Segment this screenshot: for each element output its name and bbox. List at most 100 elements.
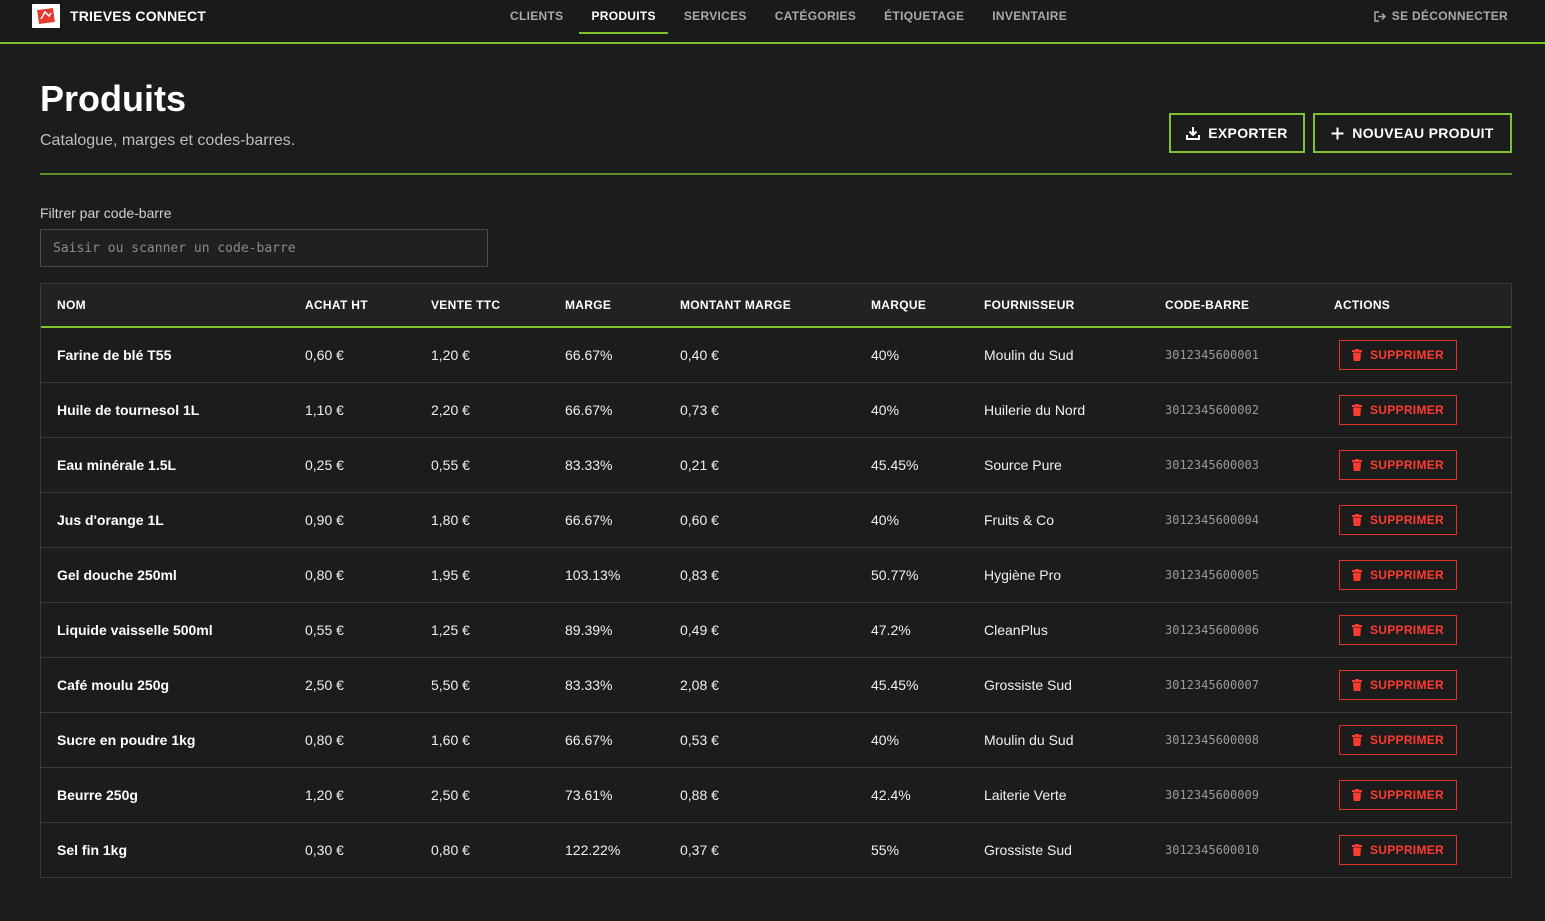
new-product-label: NOUVEAU PRODUIT bbox=[1352, 125, 1494, 141]
delete-label: SUPPRIMER bbox=[1369, 787, 1445, 802]
delete-label: SUPPRIMER bbox=[1369, 457, 1445, 472]
delete-label: SUPPRIMER bbox=[1369, 567, 1445, 582]
table-header-row: NOM ACHAT HT VENTE TTC MARGE MONTANT MARGE MA… bbox=[41, 284, 1511, 327]
delete-button[interactable]: SUPPRIMER bbox=[1339, 559, 1457, 590]
markup-percent: 55% bbox=[871, 841, 900, 858]
brand[interactable]: TRIEVES CONNECT bbox=[32, 4, 206, 28]
barcode: 3012345600003 bbox=[1165, 457, 1259, 472]
delete-button[interactable]: SUPPRIMER bbox=[1339, 394, 1457, 425]
table-row: Jus d'orange 1L 0,90 € 1,80 € 66.67% 0,60 € 4… bbox=[41, 492, 1511, 547]
trash-icon bbox=[1351, 403, 1362, 416]
column-header-nom: NOM bbox=[57, 298, 86, 312]
delete-button[interactable]: SUPPRIMER bbox=[1339, 779, 1457, 810]
product-name: Beurre 250g bbox=[57, 786, 138, 803]
margin-percent: 103.13% bbox=[565, 566, 621, 583]
barcode-filter-input[interactable] bbox=[40, 229, 488, 267]
nav-item-inventaire[interactable]: INVENTAIRE bbox=[980, 0, 1079, 34]
margin-amount: 0,60 € bbox=[680, 511, 719, 528]
product-name: Liquide vaisselle 500ml bbox=[57, 621, 213, 638]
export-button[interactable]: EXPORTER bbox=[1169, 113, 1305, 153]
new-product-button[interactable]: NOUVEAU PRODUIT bbox=[1313, 113, 1512, 153]
markup-percent: 50.77% bbox=[871, 566, 919, 583]
purchase-price: 0,30 € bbox=[305, 841, 344, 858]
nav-item-produits[interactable]: PRODUITS bbox=[579, 0, 668, 34]
delete-button[interactable]: SUPPRIMER bbox=[1339, 339, 1457, 370]
markup-percent: 40% bbox=[871, 346, 900, 363]
trash-icon bbox=[1351, 458, 1362, 471]
barcode: 3012345600006 bbox=[1165, 622, 1259, 637]
barcode: 3012345600001 bbox=[1165, 347, 1259, 362]
markup-percent: 40% bbox=[871, 731, 900, 748]
sale-price: 1,80 € bbox=[431, 511, 470, 528]
column-header-fournisseur: FOURNISSEUR bbox=[984, 298, 1075, 312]
column-header-achat-ht: ACHAT HT bbox=[305, 298, 368, 312]
markup-percent: 45.45% bbox=[871, 676, 919, 693]
actions-cell: SUPPRIMER bbox=[1318, 822, 1511, 877]
purchase-price: 2,50 € bbox=[305, 676, 344, 693]
supplier: Grossiste Sud bbox=[984, 841, 1072, 858]
sale-price: 0,55 € bbox=[431, 456, 470, 473]
page-title: Produits bbox=[40, 78, 187, 119]
margin-amount: 0,37 € bbox=[680, 841, 719, 858]
trash-icon bbox=[1351, 788, 1362, 801]
supplier: Grossiste Sud bbox=[984, 676, 1072, 693]
filter-label: Filtrer par code-barre bbox=[40, 205, 172, 221]
supplier: Moulin du Sud bbox=[984, 346, 1074, 363]
margin-amount: 0,88 € bbox=[680, 786, 719, 803]
sale-price: 1,20 € bbox=[431, 346, 470, 363]
nav-item-etiquetage[interactable]: ÉTIQUETAGE bbox=[872, 0, 976, 34]
table-row: Sel fin 1kg 0,30 € 0,80 € 122.22% 0,37 € 55% G… bbox=[41, 822, 1511, 877]
nav-item-clients[interactable]: CLIENTS bbox=[498, 0, 575, 34]
margin-percent: 83.33% bbox=[565, 676, 613, 693]
supplier: Laiterie Verte bbox=[984, 786, 1067, 803]
actions-cell: SUPPRIMER bbox=[1318, 712, 1511, 767]
margin-percent: 66.67% bbox=[565, 346, 613, 363]
nav-item-categories[interactable]: CATÉGORIES bbox=[763, 0, 868, 34]
logout-label: SE DÉCONNECTER bbox=[1391, 9, 1508, 23]
column-header-marge: MARGE bbox=[565, 298, 612, 312]
markup-percent: 42.4% bbox=[871, 786, 911, 803]
sale-price: 1,60 € bbox=[431, 731, 470, 748]
barcode: 3012345600002 bbox=[1165, 402, 1259, 417]
header-divider bbox=[40, 173, 1512, 175]
logout-button[interactable]: SE DÉCONNECTER bbox=[1374, 9, 1508, 23]
actions-cell: SUPPRIMER bbox=[1318, 547, 1511, 602]
trash-icon bbox=[1351, 348, 1362, 361]
delete-button[interactable]: SUPPRIMER bbox=[1339, 834, 1457, 865]
product-name: Sucre en poudre 1kg bbox=[57, 731, 196, 748]
delete-button[interactable]: SUPPRIMER bbox=[1339, 614, 1457, 645]
trash-icon bbox=[1351, 513, 1362, 526]
download-icon bbox=[1186, 127, 1201, 140]
delete-button[interactable]: SUPPRIMER bbox=[1339, 449, 1457, 480]
table-row: Eau minérale 1.5L 0,25 € 0,55 € 83.33% 0,21 … bbox=[41, 437, 1511, 492]
trash-icon bbox=[1351, 733, 1362, 746]
supplier: Huilerie du Nord bbox=[984, 401, 1086, 418]
table-row: Gel douche 250ml 0,80 € 1,95 € 103.13% 0,83 … bbox=[41, 547, 1511, 602]
nav-item-services[interactable]: SERVICES bbox=[672, 0, 759, 34]
delete-button[interactable]: SUPPRIMER bbox=[1339, 504, 1457, 535]
sale-price: 2,50 € bbox=[431, 786, 470, 803]
purchase-price: 0,90 € bbox=[305, 511, 344, 528]
markup-percent: 40% bbox=[871, 511, 900, 528]
sale-price: 5,50 € bbox=[431, 676, 470, 693]
purchase-price: 0,25 € bbox=[305, 456, 344, 473]
column-header-code-barre: CODE-BARRE bbox=[1165, 298, 1250, 312]
actions-cell: SUPPRIMER bbox=[1318, 602, 1511, 657]
table-row: Liquide vaisselle 500ml 0,55 € 1,25 € 89.39… bbox=[41, 602, 1511, 657]
table-row: Café moulu 250g 2,50 € 5,50 € 83.33% 2,08 € 4… bbox=[41, 657, 1511, 712]
product-name: Eau minérale 1.5L bbox=[57, 456, 177, 473]
barcode: 3012345600005 bbox=[1165, 567, 1259, 582]
margin-amount: 0,73 € bbox=[680, 401, 719, 418]
markup-percent: 40% bbox=[871, 401, 900, 418]
trash-icon bbox=[1351, 678, 1362, 691]
margin-amount: 0,83 € bbox=[680, 566, 719, 583]
delete-button[interactable]: SUPPRIMER bbox=[1339, 724, 1457, 755]
trash-icon bbox=[1351, 843, 1362, 856]
export-label: EXPORTER bbox=[1208, 125, 1288, 141]
top-navbar: TRIEVES CONNECT CLIENTS PRODUITS SERVICE… bbox=[0, 0, 1545, 44]
delete-button[interactable]: SUPPRIMER bbox=[1339, 669, 1457, 700]
table-row: Farine de blé T55 0,60 € 1,20 € 66.67% 0,40 … bbox=[41, 327, 1511, 382]
column-header-actions: ACTIONS bbox=[1334, 298, 1391, 312]
products-table: NOM ACHAT HT VENTE TTC MARGE MONTANT MARGE MA… bbox=[40, 283, 1512, 878]
margin-percent: 66.67% bbox=[565, 401, 613, 418]
